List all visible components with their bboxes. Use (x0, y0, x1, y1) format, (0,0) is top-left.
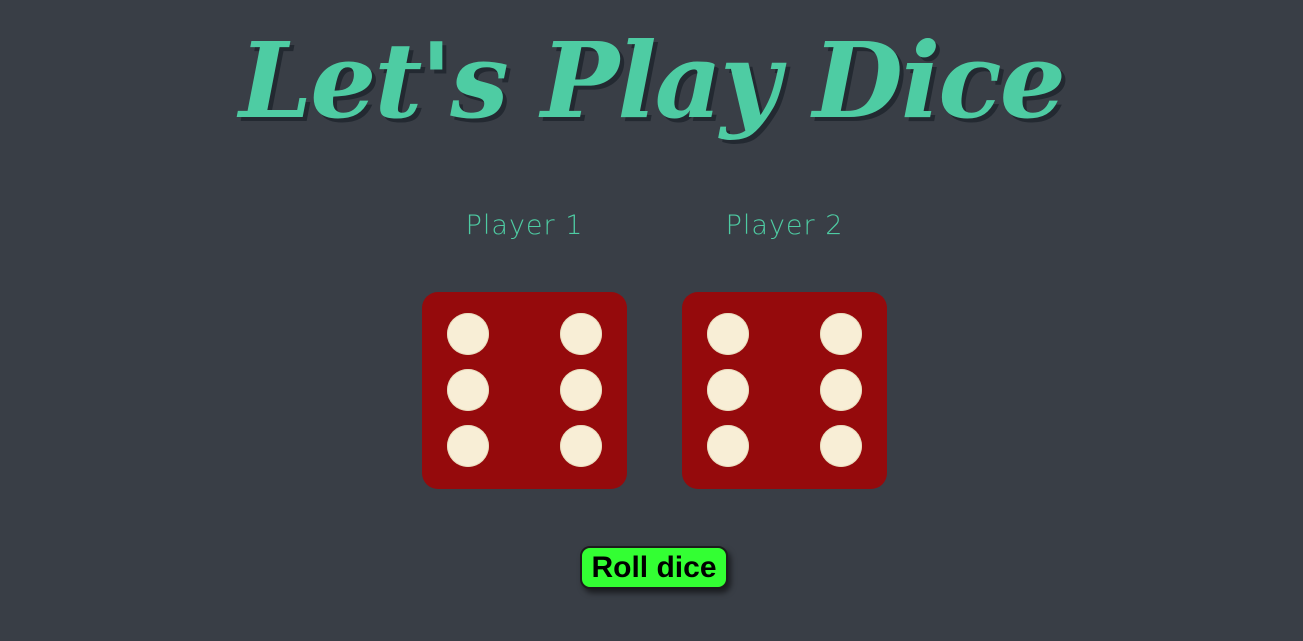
die-pip (707, 425, 749, 467)
die-pip (707, 313, 749, 355)
player-2-panel: Player 2 (682, 210, 887, 489)
page-title: Let's Play Dice (239, 19, 1066, 142)
player-1-label: Player 1 (465, 210, 584, 241)
die-pip (707, 369, 749, 411)
player-1-panel: Player 1 (422, 210, 627, 489)
player-1-die (422, 292, 627, 489)
die-pip (447, 369, 489, 411)
player-2-die (682, 292, 887, 489)
player-2-label: Player 2 (725, 210, 844, 241)
die-pip (560, 369, 602, 411)
die-pip (560, 425, 602, 467)
die-pip (820, 369, 862, 411)
die-pip (560, 313, 602, 355)
die-pip (820, 425, 862, 467)
die-pip (447, 313, 489, 355)
roll-dice-button[interactable]: Roll dice (580, 546, 728, 589)
die-pip (447, 425, 489, 467)
die-pip (820, 313, 862, 355)
